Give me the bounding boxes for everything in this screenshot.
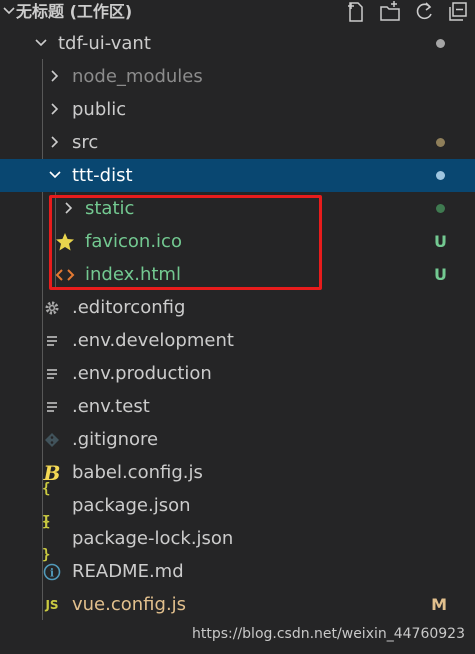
tree-item-label: node_modules: [72, 66, 203, 87]
tree-item-label: .gitignore: [72, 429, 159, 450]
tree-item-label: package-lock.json: [72, 528, 234, 549]
tree-item-package-lock[interactable]: { } package-lock.json: [0, 514, 475, 563]
tree-item-label: babel.config.js: [72, 462, 203, 483]
tree-item-label: README.md: [72, 561, 184, 582]
text-lines-icon: [42, 331, 62, 351]
tree-item-gitignore[interactable]: .gitignore: [0, 423, 475, 456]
status-dot: [436, 171, 445, 180]
tree-item-public[interactable]: public: [0, 93, 475, 126]
tree-item-root-folder[interactable]: tdf-ui-vant: [0, 27, 475, 60]
tree-item-vue-config[interactable]: JS vue.config.js M: [0, 588, 475, 621]
git-icon: [42, 430, 62, 450]
tree-item-label: ttt-dist: [72, 165, 133, 186]
git-status-badge: U: [434, 232, 447, 251]
chevron-right-icon: [51, 103, 59, 115]
highlight-box: [49, 195, 322, 290]
workspace-title[interactable]: 无标题 (工作区): [16, 0, 132, 24]
text-lines-icon: [42, 364, 62, 384]
new-file-icon[interactable]: [345, 1, 367, 23]
tree-item-label: src: [72, 132, 99, 153]
json-braces-icon: { }: [42, 514, 50, 563]
tree-item-src[interactable]: src: [0, 126, 475, 159]
tree-item-label: public: [72, 99, 127, 120]
svg-text:i: i: [50, 567, 54, 580]
tree-item-label: .editorconfig: [72, 297, 186, 318]
gear-icon: [42, 298, 62, 318]
explorer-actions: [345, 0, 469, 24]
refresh-icon[interactable]: [413, 1, 435, 23]
chevron-down-icon[interactable]: [2, 4, 16, 18]
tree-item-label: tdf-ui-vant: [58, 33, 151, 54]
tree-item-label: vue.config.js: [72, 594, 187, 615]
tree-item-label: package.json: [72, 495, 191, 516]
git-status-badge: M: [431, 595, 447, 614]
tree-item-editorconfig[interactable]: .editorconfig: [0, 291, 475, 324]
tree-item-label: .env.test: [72, 396, 150, 417]
chevron-down-icon: [49, 171, 61, 179]
new-folder-icon[interactable]: [379, 1, 401, 23]
chevron-down-icon: [35, 39, 47, 47]
tree-item-ttt-dist[interactable]: ttt-dist: [0, 159, 475, 192]
tree-item-env-test[interactable]: .env.test: [0, 390, 475, 423]
tree-item-node-modules[interactable]: node_modules: [0, 60, 475, 93]
explorer-header: 无标题 (工作区): [0, 0, 475, 24]
status-dot: [436, 39, 445, 48]
tree-item-package-json[interactable]: { } package.json: [0, 481, 475, 530]
info-icon: i: [42, 562, 62, 582]
text-lines-icon: [42, 397, 62, 417]
git-status-badge: U: [434, 265, 447, 284]
tree-item-label: .env.production: [72, 363, 212, 384]
collapse-all-icon[interactable]: [447, 1, 469, 23]
tree-item-label: .env.development: [72, 330, 234, 351]
status-dot: [436, 138, 445, 147]
chevron-right-icon: [51, 136, 59, 148]
status-dot: [436, 204, 445, 213]
watermark-url: https://blog.csdn.net/weixin_44760923: [191, 626, 465, 642]
js-icon: JS: [45, 597, 59, 612]
tree-item-env-development[interactable]: .env.development: [0, 324, 475, 357]
chevron-right-icon: [51, 70, 59, 82]
tree-item-env-production[interactable]: .env.production: [0, 357, 475, 390]
tree-item-babel-config[interactable]: B babel.config.js: [0, 456, 475, 489]
tree-item-readme[interactable]: i README.md: [0, 555, 475, 588]
